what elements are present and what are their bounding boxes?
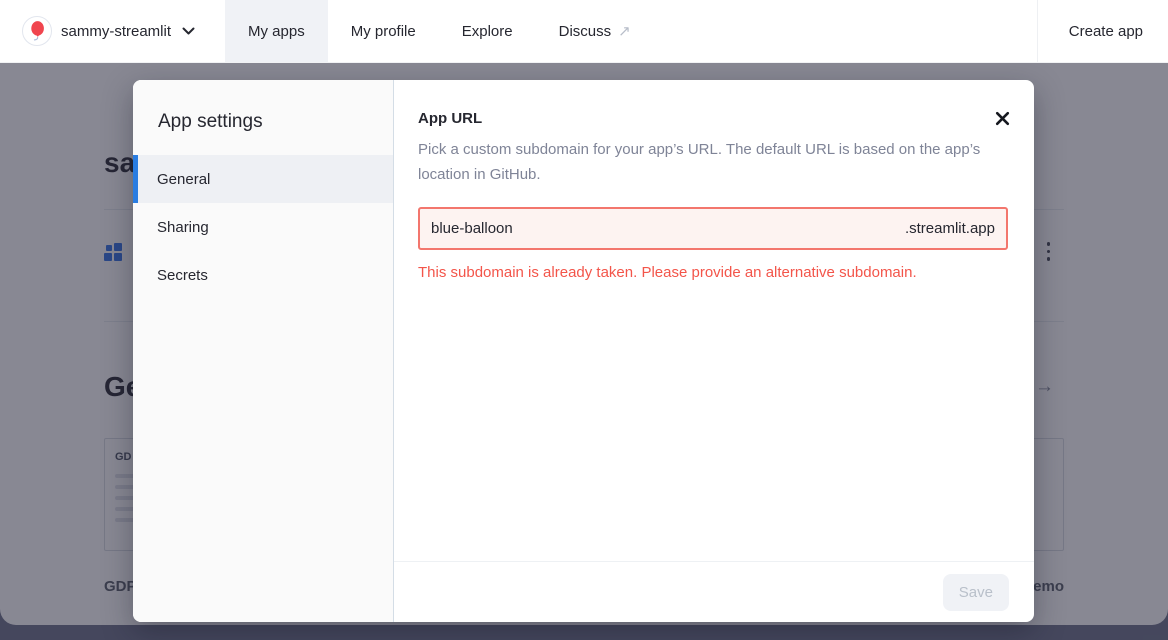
- nav-tab-label: Discuss: [559, 23, 612, 40]
- workspace-name: sammy-streamlit: [61, 23, 171, 40]
- primary-nav: My apps My profile Explore Discuss ↗: [225, 0, 654, 62]
- modal-content: App URL Pick a custom subdomain for your…: [394, 80, 1034, 622]
- top-navbar: sammy-streamlit My apps My profile Explo…: [0, 0, 1168, 63]
- nav-tab-label: My profile: [351, 23, 416, 40]
- modal-nav-general[interactable]: General: [133, 155, 393, 203]
- nav-tab-label: My apps: [248, 23, 305, 40]
- nav-tab-my-apps[interactable]: My apps: [225, 0, 328, 62]
- external-link-icon: ↗: [618, 22, 631, 40]
- create-app-button[interactable]: Create app: [1037, 0, 1168, 62]
- domain-suffix: .streamlit.app: [905, 220, 995, 237]
- modal-nav-label: Secrets: [157, 267, 208, 284]
- modal-nav-secrets[interactable]: Secrets: [133, 251, 393, 299]
- modal-footer: Save: [394, 561, 1034, 622]
- chevron-down-icon[interactable]: [182, 27, 195, 35]
- streamlit-balloon-logo: [22, 16, 52, 46]
- modal-nav-label: General: [157, 171, 210, 188]
- nav-tab-label: Explore: [462, 23, 513, 40]
- subdomain-error-message: This subdomain is already taken. Please …: [418, 264, 1008, 281]
- modal-content-header: App URL: [394, 80, 1034, 130]
- app-url-title: App URL: [418, 108, 482, 130]
- subdomain-value: blue-balloon: [431, 220, 513, 237]
- subdomain-input[interactable]: blue-balloon .streamlit.app: [418, 207, 1008, 250]
- create-app-label: Create app: [1069, 23, 1143, 40]
- save-button[interactable]: Save: [943, 574, 1009, 611]
- close-icon[interactable]: [995, 111, 1010, 126]
- app-settings-modal: App settings General Sharing Secrets App…: [133, 80, 1034, 622]
- nav-tab-my-profile[interactable]: My profile: [328, 0, 439, 62]
- nav-tab-explore[interactable]: Explore: [439, 0, 536, 62]
- app-url-description: Pick a custom subdomain for your app’s U…: [418, 137, 988, 187]
- modal-sidebar: App settings General Sharing Secrets: [133, 80, 394, 622]
- modal-nav-label: Sharing: [157, 219, 209, 236]
- balloon-icon: [23, 17, 51, 45]
- modal-title: App settings: [158, 110, 393, 134]
- nav-tab-discuss[interactable]: Discuss ↗: [536, 0, 654, 62]
- modal-menu: General Sharing Secrets: [133, 155, 393, 299]
- workspace-switcher[interactable]: sammy-streamlit: [0, 0, 195, 62]
- modal-nav-sharing[interactable]: Sharing: [133, 203, 393, 251]
